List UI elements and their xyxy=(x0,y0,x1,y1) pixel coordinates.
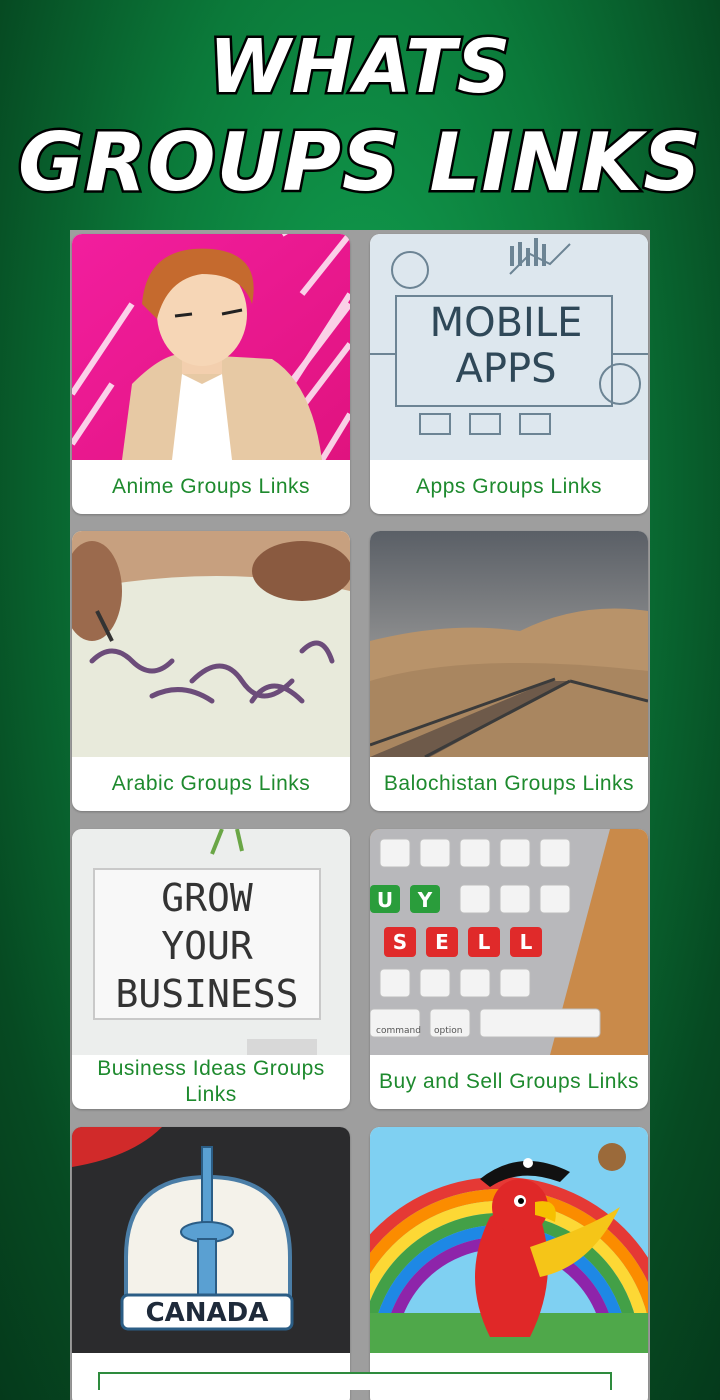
card-label: Anime Groups Links xyxy=(111,475,311,498)
svg-text:BUSINESS: BUSINESS xyxy=(115,972,298,1016)
mobile-apps-image: MOBILE APPS xyxy=(370,234,648,460)
card-canada-groups[interactable]: CANADA xyxy=(72,1127,350,1400)
card-label: Balochistan Groups Links xyxy=(383,772,635,795)
svg-text:YOUR: YOUR xyxy=(161,924,253,968)
svg-text:S: S xyxy=(393,930,407,954)
card-label: Arabic Groups Links xyxy=(111,772,311,795)
card-business-groups[interactable]: GROW YOUR BUSINESS Business Ideas Groups… xyxy=(72,829,350,1109)
svg-text:L: L xyxy=(478,930,491,954)
svg-text:CANADA: CANADA xyxy=(146,1298,269,1328)
card-kids-groups[interactable] xyxy=(370,1127,648,1400)
card-apps-groups[interactable]: MOBILE APPS Apps Groups Links xyxy=(370,234,648,514)
card-label: Buy and Sell Groups Links xyxy=(379,1070,639,1093)
parrot-rainbow-image xyxy=(370,1127,648,1353)
app-title-line1: WHATS xyxy=(206,22,513,113)
bottom-ad-banner xyxy=(98,1372,612,1390)
grow-business-image: GROW YOUR BUSINESS xyxy=(72,829,350,1055)
svg-text:U: U xyxy=(377,888,393,912)
card-label: Business Ideas Groups Links xyxy=(97,1057,325,1106)
app-title-line2: GROUPS LINKS xyxy=(16,114,704,212)
svg-text:Y: Y xyxy=(417,888,433,912)
svg-text:option: option xyxy=(434,1026,462,1036)
canada-tower-image: CANADA xyxy=(72,1127,350,1353)
svg-text:E: E xyxy=(435,930,449,954)
buy-sell-keyboard-image: UY S E L L command option xyxy=(370,829,648,1055)
svg-text:command: command xyxy=(376,1026,421,1036)
phone-screen: Anime Groups Links MOBILE APPS Apps Grou… xyxy=(70,230,650,1400)
card-buy-sell-groups[interactable]: UY S E L L command option Buy and Sell Grou… xyxy=(370,829,648,1109)
svg-text:GROW: GROW xyxy=(161,876,253,920)
anime-character-image xyxy=(72,234,350,460)
card-balochistan-groups[interactable]: Balochistan Groups Links xyxy=(370,531,648,811)
card-label: Apps Groups Links xyxy=(416,475,602,498)
card-anime-groups[interactable]: Anime Groups Links xyxy=(72,234,350,514)
card-arabic-groups[interactable]: Arabic Groups Links xyxy=(72,531,350,811)
desert-railway-image xyxy=(370,531,648,757)
svg-text:L: L xyxy=(520,930,533,954)
arabic-calligraphy-image xyxy=(72,531,350,757)
